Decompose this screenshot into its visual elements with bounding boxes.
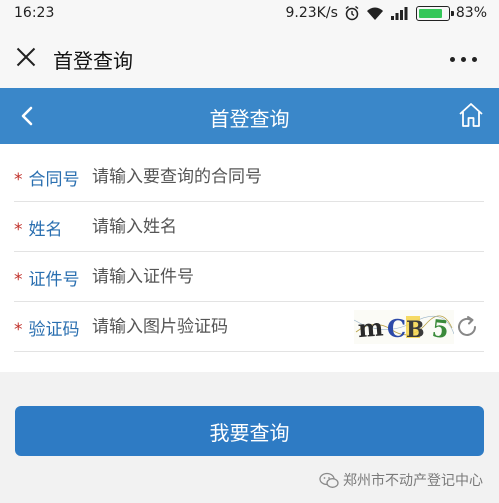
svg-text:5: 5 — [430, 313, 450, 344]
battery-percent: 83% — [455, 5, 487, 21]
battery-icon — [415, 5, 454, 21]
network-speed: 9.23K/s — [285, 5, 338, 21]
status-time: 16:23 — [14, 5, 55, 21]
refresh-captcha-button[interactable] — [454, 314, 480, 340]
home-icon — [459, 103, 483, 127]
status-indicators: 9.23K/s 83% — [286, 5, 488, 21]
required-mark: * — [14, 320, 23, 340]
id-number-label-text: 证件号 — [28, 270, 80, 290]
query-form: *合同号 *姓名 *证件号 *验证码 m C B 5 — [0, 144, 499, 372]
contract-number-input[interactable] — [92, 160, 332, 194]
page-title: 首登查询 — [209, 107, 290, 131]
svg-text:C: C — [387, 314, 406, 343]
name-row: * 姓名 — [14, 202, 484, 252]
close-icon[interactable] — [14, 45, 38, 69]
name-label-text: 姓名 — [28, 220, 63, 240]
home-button[interactable] — [457, 101, 485, 129]
required-mark: * — [14, 270, 23, 290]
battery-fill — [418, 8, 443, 18]
required-mark: * — [14, 170, 23, 190]
id-number-row: * 证件号 — [14, 252, 484, 302]
back-button[interactable] — [14, 102, 42, 130]
captcha-label-text: 验证码 — [28, 320, 80, 340]
chevron-left-icon — [21, 106, 33, 126]
svg-text:B: B — [406, 317, 425, 343]
more-icon[interactable] — [450, 57, 477, 62]
captcha-label: * 验证码 — [14, 315, 80, 340]
contract-number-row: * 合同号 — [14, 152, 484, 202]
wifi-icon — [366, 7, 383, 20]
name-input[interactable] — [92, 210, 332, 244]
captcha-row: *验证码 m C B 5 — [14, 302, 484, 352]
svg-text:m: m — [357, 312, 384, 343]
webview-title-bar: 首登查询 — [0, 28, 499, 88]
required-mark: * — [14, 220, 23, 240]
wechat-account-watermark: 郑州市不动产登记中心 — [319, 470, 483, 490]
captcha-input[interactable] — [92, 310, 332, 344]
id-number-input[interactable] — [92, 260, 332, 294]
id-number-label: * 证件号 — [14, 265, 80, 290]
captcha-image[interactable]: m C B 5 — [354, 310, 454, 344]
app-header: 首登查询 — [0, 88, 499, 144]
signal-icon — [390, 6, 408, 20]
alarm-icon — [345, 5, 359, 21]
status-bar: 16:23 9.23K/s 83% — [0, 0, 499, 28]
webview-title: 首登查询 — [53, 49, 133, 73]
watermark-text: 郑州市不动产登记中心 — [343, 473, 483, 489]
contract-number-label: * 合同号 — [14, 165, 80, 190]
submit-query-button[interactable]: 我要查询 — [15, 406, 484, 456]
name-label: * 姓名 — [14, 215, 63, 240]
wechat-icon — [319, 472, 339, 488]
contract-number-label-text: 合同号 — [28, 170, 80, 190]
refresh-icon — [458, 316, 476, 336]
